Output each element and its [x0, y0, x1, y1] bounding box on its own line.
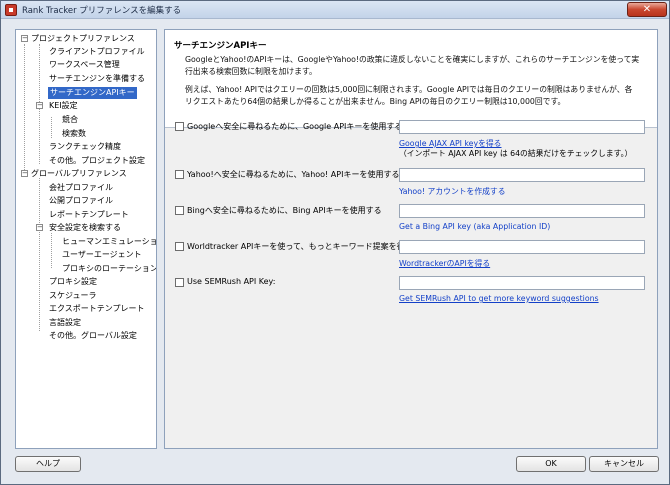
yahoo-api-checkbox[interactable]	[175, 170, 184, 179]
expand-search-safety-icon[interactable]: −	[36, 224, 43, 231]
close-button[interactable]: ✕	[627, 2, 667, 17]
page-title: サーチエンジンAPIキー	[174, 41, 267, 51]
tree-item-other-global-settings[interactable]: その他。グローバル設定	[49, 330, 137, 342]
tree-item-user-agents[interactable]: ユーザーエージェント	[62, 249, 142, 261]
tree-item-search-engine-api-keys[interactable]: サーチエンジンAPIキー	[48, 87, 137, 99]
semrush-api-checkbox[interactable]	[175, 278, 184, 287]
wordtracker-api-link[interactable]: WordtrackerのAPIを得る	[399, 258, 490, 269]
help-button[interactable]: ヘルプ	[15, 456, 81, 472]
tree-item-rank-check-accuracy[interactable]: ランクチェック精度	[49, 141, 121, 153]
tree-item-proxy-settings[interactable]: プロキシ設定	[49, 276, 97, 288]
description-line: GoogleとYahoo!のAPIキーは、GoogleやYahoo!の政策に違反…	[185, 55, 640, 64]
semrush-api-label: Use SEMRush API Key:	[187, 277, 276, 286]
google-api-note: （インポート AJAX API key は 64の結果だけをチェックします。）	[399, 149, 633, 158]
tree-item-report-template[interactable]: レポートテンプレート	[49, 209, 129, 221]
wordtracker-api-key-input[interactable]	[399, 240, 645, 254]
tree-item-search-volume[interactable]: 検索数	[62, 128, 86, 140]
section-header: サーチエンジンAPIキー GoogleとYahoo!のAPIキーは、Google…	[165, 30, 657, 128]
expand-project-prefs-icon[interactable]: −	[21, 35, 28, 42]
option-semrush-api: Use SEMRush API Key: Get SEMRush API to …	[165, 276, 659, 308]
option-wordtracker-api: Worldtracker APIキーを使って、もっとキーワード提案を得る Wor…	[165, 240, 659, 272]
tree-item-kei-settings[interactable]: KEI設定	[49, 100, 78, 112]
google-api-key-input[interactable]	[399, 120, 645, 134]
bing-api-checkbox[interactable]	[175, 206, 184, 215]
rank-tracker-app-icon	[5, 4, 17, 16]
preferences-tree: − プロジェクトプリファレンス クライアントプロファイル ワークスペース管理 サ…	[15, 29, 157, 449]
expand-kei-icon[interactable]: −	[36, 102, 43, 109]
option-google-api: Googleへ安全に尋ねるために、Google APIキーを使用する Googl…	[165, 120, 659, 158]
tree-item-global-preferences[interactable]: グローバルプリファレンス	[31, 168, 127, 180]
title-bar: Rank Tracker プリファレンスを編集する ✕	[1, 1, 669, 19]
bing-api-key-input[interactable]	[399, 204, 645, 218]
preferences-window: Rank Tracker プリファレンスを編集する ✕ − プロジェクトプリファ…	[0, 0, 670, 485]
semrush-api-key-input[interactable]	[399, 276, 645, 290]
tree-item-competition[interactable]: 競合	[62, 114, 78, 126]
settings-content: サーチエンジンAPIキー GoogleとYahoo!のAPIキーは、Google…	[164, 29, 658, 449]
tree-item-project-preferences[interactable]: プロジェクトプリファレンス	[31, 33, 135, 45]
tree-item-proxy-rotation[interactable]: プロキシのローテーション	[62, 263, 156, 275]
yahoo-api-label: Yahoo!へ安全に尋ねるために、Yahoo! APIキーを使用する	[187, 170, 400, 179]
tree-item-human-emulation[interactable]: ヒューマンエミュレーション	[62, 236, 156, 248]
window-title: Rank Tracker プリファレンスを編集する	[22, 6, 182, 16]
option-yahoo-api: Yahoo!へ安全に尋ねるために、Yahoo! APIキーを使用する Yahoo…	[165, 168, 659, 200]
tree-item-workspace[interactable]: ワークスペース管理	[49, 59, 120, 71]
tree-item-other-project-settings[interactable]: その他。プロジェクト設定	[49, 155, 145, 167]
description-line: 行出来る検索回数に制限を加けます。	[185, 67, 317, 76]
tree-item-scheduler[interactable]: スケジューラ	[49, 290, 96, 302]
expand-global-prefs-icon[interactable]: −	[21, 170, 28, 177]
google-api-label: Googleへ安全に尋ねるために、Google APIキーを使用する	[187, 122, 403, 131]
tree-item-search-safety[interactable]: 安全設定を検索する	[49, 222, 121, 234]
description-line: 例えば、Yahoo! APIではクエリーの回数は5,000回に制限されます。Go…	[185, 85, 633, 94]
cancel-button[interactable]: キャンセル	[589, 456, 659, 472]
tree-item-prepare-engines[interactable]: サーチエンジンを準備する	[49, 73, 145, 85]
tree-item-company-profile[interactable]: 会社プロファイル	[49, 182, 113, 194]
tree-item-export-templates[interactable]: エクスポートテンプレート	[49, 303, 145, 315]
tree-item-client-profile[interactable]: クライアントプロファイル	[49, 46, 145, 58]
option-bing-api: Bingへ安全に尋ねるために、Bing APIキーを使用する Get a Bin…	[165, 204, 659, 236]
yahoo-account-link[interactable]: Yahoo! アカウントを作成する	[399, 186, 506, 197]
description-line: リクエストあたり64個の結果しか得ることが出来ません。Bing APIの毎日のク…	[185, 97, 566, 106]
tree-item-publishing-profile[interactable]: 公開プロファイル	[49, 195, 113, 207]
yahoo-api-key-input[interactable]	[399, 168, 645, 182]
bing-api-link[interactable]: Get a Bing API key (aka Application ID)	[399, 222, 550, 231]
semrush-api-link[interactable]: Get SEMRush API to get more keyword sugg…	[399, 294, 599, 303]
bing-api-label: Bingへ安全に尋ねるために、Bing APIキーを使用する	[187, 206, 382, 215]
ok-button[interactable]: OK	[516, 456, 586, 472]
google-api-checkbox[interactable]	[175, 122, 184, 131]
tree-item-language-settings[interactable]: 言語設定	[49, 317, 81, 329]
wordtracker-api-checkbox[interactable]	[175, 242, 184, 251]
wordtracker-api-label: Worldtracker APIキーを使って、もっとキーワード提案を得る	[187, 242, 413, 251]
